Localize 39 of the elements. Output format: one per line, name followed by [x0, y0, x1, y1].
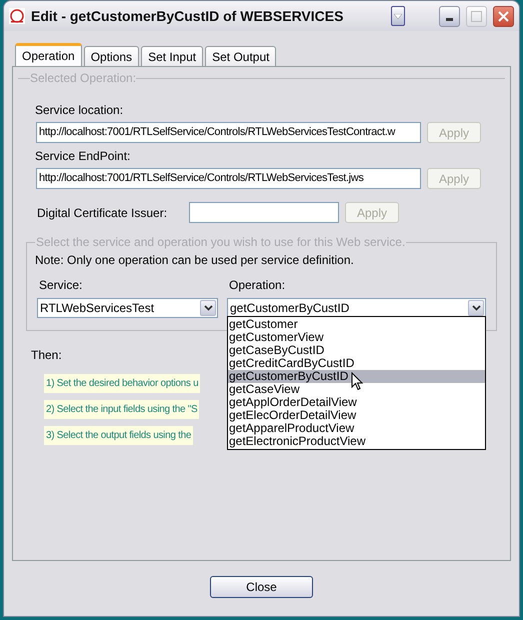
dropdown-option[interactable]: getCaseByCustID — [228, 344, 485, 357]
minimize-button[interactable] — [439, 6, 460, 26]
maximize-icon — [471, 10, 482, 22]
tab[interactable]: Operation — [15, 43, 82, 66]
close-icon — [498, 10, 509, 22]
field-label: Operation: — [228, 277, 286, 294]
step-text: 2) Select the input fields using the "S — [44, 400, 200, 419]
field-label: Service location: — [34, 102, 124, 119]
dropdown-option[interactable]: getCaseView — [228, 383, 485, 396]
dropdown-option[interactable]: getCustomer — [228, 318, 485, 331]
step-text: 3) Select the output fields using the — [44, 426, 194, 445]
minimize-icon — [446, 18, 453, 20]
certificate-field[interactable] — [189, 202, 339, 223]
then-label: Then: — [31, 347, 62, 364]
tab[interactable]: Set Output — [205, 46, 276, 66]
close-dialog-button[interactable]: Close — [210, 576, 313, 598]
dropdown-option[interactable]: getCustomerView — [228, 331, 485, 344]
dropdown-option[interactable]: getApparelProductView — [228, 422, 485, 435]
dropdown-option[interactable]: getElectronicProductView — [228, 435, 485, 448]
field-label: Service: — [38, 277, 84, 294]
dropdown-button[interactable] — [391, 6, 405, 26]
chevron-down-icon — [472, 305, 480, 311]
step-text: 1) Set the desired behavior options u — [44, 374, 200, 393]
note-text: Note: Only one operation can be used per service definition. — [35, 252, 355, 269]
window-title: Edit - getCustomerByCustID of WEBSERVICES — [31, 6, 344, 26]
dropdown-option[interactable]: getCreditCardByCustID — [228, 357, 485, 370]
dropdown-option[interactable]: getApplOrderDetailView — [228, 396, 485, 409]
tab[interactable]: Set Input — [141, 46, 204, 66]
mouse-cursor-icon — [351, 372, 363, 391]
field-label: Service EndPoint: — [34, 148, 132, 165]
triangle-down-icon — [394, 14, 402, 18]
chevron-down-icon — [204, 305, 212, 311]
operation-combo[interactable]: getCustomerByCustID — [227, 298, 486, 318]
dropdown-option[interactable]: getElecOrderDetailView — [228, 409, 485, 422]
close-button[interactable] — [493, 6, 514, 26]
app-logo-icon — [9, 8, 25, 24]
service-combo[interactable]: RTLWebServicesTest — [37, 298, 218, 318]
tab[interactable]: Options — [84, 46, 140, 66]
field-label: Digital Certificate Issuer: — [37, 204, 168, 222]
